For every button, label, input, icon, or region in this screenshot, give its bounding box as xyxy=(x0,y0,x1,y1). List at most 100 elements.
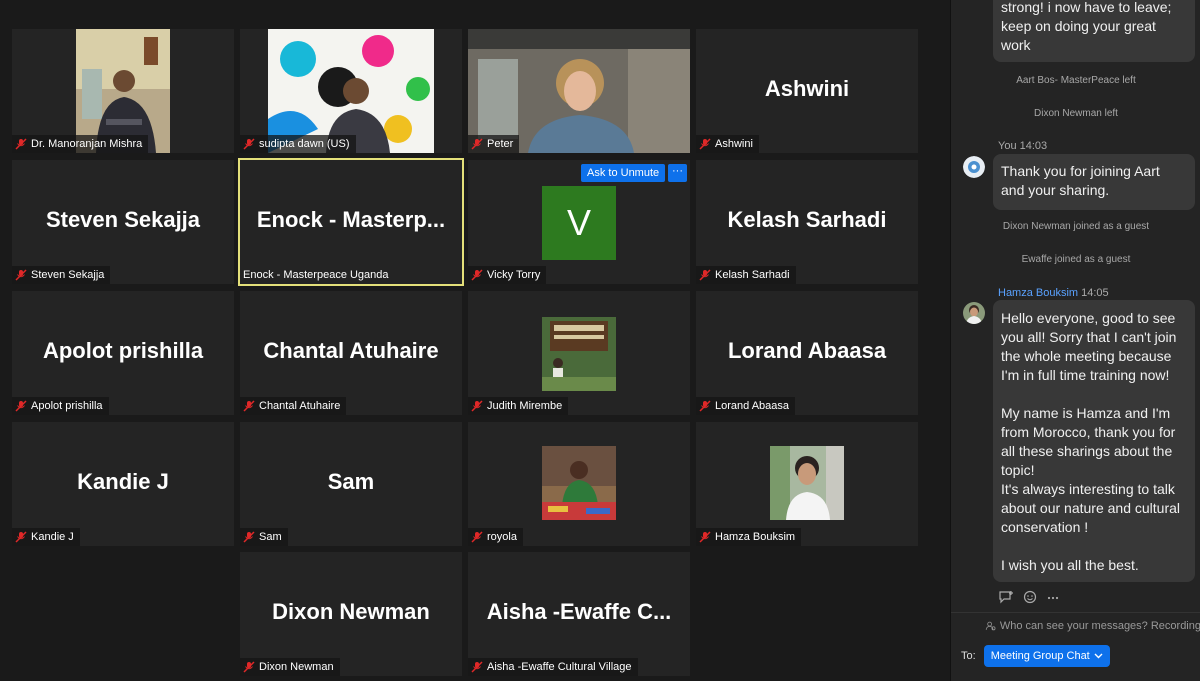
video-grid: Dr. Manoranjan Mishra sudipta dawn (US) xyxy=(0,0,950,681)
participant-name-label: Hamza Bouksim xyxy=(696,528,802,546)
sender-name: Hamza Bouksim xyxy=(998,287,1079,299)
video-tile[interactable]: Kelash Sarhadi Kelash Sarhadi xyxy=(696,160,918,284)
mic-muted-icon xyxy=(699,269,711,281)
mic-muted-icon xyxy=(699,400,711,412)
message-time: 14:05 xyxy=(1081,287,1109,299)
participant-name: Chantal Atuhaire xyxy=(259,400,341,412)
video-tile[interactable]: Dixon Newman Dixon Newman xyxy=(240,552,462,676)
participant-name-label: Aisha -Ewaffe Cultural Village xyxy=(468,658,638,676)
participant-name: Judith Mirembe xyxy=(487,400,563,412)
video-tile[interactable]: Peter xyxy=(468,29,690,153)
participant-name: Dixon Newman xyxy=(259,661,334,673)
video-tile[interactable]: Kandie J Kandie J xyxy=(12,422,234,546)
recipient-value: Meeting Group Chat xyxy=(990,650,1090,662)
avatar xyxy=(963,302,985,324)
message-visibility-text: Who can see your messages? Recording xyxy=(999,619,1200,632)
video-tile[interactable]: Lorand Abaasa Lorand Abaasa xyxy=(696,291,918,415)
recipient-select[interactable]: Meeting Group Chat xyxy=(983,645,1110,667)
participant-name: Apolot prishilla xyxy=(31,400,103,412)
participant-name-label: Peter xyxy=(468,135,520,153)
chat-message-line: work xyxy=(1001,37,1031,53)
participant-display-name: Steven Sekajja xyxy=(45,206,201,232)
participant-display-name: Ashwini xyxy=(764,75,850,101)
mic-muted-icon xyxy=(471,138,483,150)
emoji-icon[interactable] xyxy=(1023,590,1037,604)
participant-display-name: Sam xyxy=(327,468,375,494)
chat-message-line: all these sharings about the xyxy=(1001,443,1173,459)
ask-to-unmute-button[interactable]: Ask to Unmute xyxy=(581,164,666,182)
participant-name: Aisha -Ewaffe Cultural Village xyxy=(487,661,632,673)
participant-display-name: Apolot prishilla xyxy=(42,337,204,363)
chat-message-bubble[interactable]: Thank you for joining Aart and your shar… xyxy=(993,154,1195,210)
chat-message-line: the whole meeting because xyxy=(1001,348,1172,364)
more-icon[interactable] xyxy=(1046,590,1060,604)
participant-name-label: Chantal Atuhaire xyxy=(240,397,347,415)
reaction-icon[interactable] xyxy=(998,590,1014,604)
chat-message-line: keep on doing your great xyxy=(1001,18,1156,34)
chat-message-bubble[interactable]: strong! i now have to leave; keep on doi… xyxy=(993,0,1195,62)
mic-muted-icon xyxy=(471,400,483,412)
participant-name-label: Lorand Abaasa xyxy=(696,397,796,415)
chat-system-message: Aart Bos- MasterPeace left xyxy=(1016,75,1136,86)
participant-name: Peter xyxy=(487,138,514,150)
video-tile[interactable]: Hamza Bouksim xyxy=(696,422,918,546)
chat-sender-row: Hamza Bouksim 14:05 xyxy=(998,287,1109,299)
video-tile[interactable]: Judith Mirembe xyxy=(468,291,690,415)
chat-system-message: Dixon Newman joined as a guest xyxy=(1002,221,1150,232)
participant-name: sudipta dawn (US) xyxy=(259,138,350,150)
participant-name-label: Sam xyxy=(240,528,288,546)
recipient-label: To: xyxy=(961,650,976,662)
participant-name-label: Kandie J xyxy=(12,528,80,546)
participant-avatar xyxy=(542,446,616,520)
chat-message-line: strong! i now have to leave; xyxy=(1001,0,1172,15)
chat-system-message: Ewaffe joined as a guest xyxy=(1021,254,1131,265)
video-tile[interactable]: Ashwini Ashwini xyxy=(696,29,918,153)
video-tile[interactable]: sudipta dawn (US) xyxy=(240,29,462,153)
user-avatar-icon xyxy=(963,302,985,324)
participant-display-name: Aisha -Ewaffe C... xyxy=(486,598,672,624)
participant-name: Hamza Bouksim xyxy=(715,531,796,543)
mic-muted-icon xyxy=(243,531,255,543)
mic-muted-icon xyxy=(471,661,483,673)
participant-display-name: Kelash Sarhadi xyxy=(727,206,887,232)
participant-display-name: Chantal Atuhaire xyxy=(263,337,439,363)
participant-name-label: Kelash Sarhadi xyxy=(696,266,796,284)
participant-name: Sam xyxy=(259,531,282,543)
chat-message-spacer xyxy=(1001,385,1187,404)
recipient-row: To: Meeting Group Chat xyxy=(961,645,1110,667)
video-tile[interactable]: Steven Sekajja Steven Sekajja xyxy=(12,160,234,284)
chat-panel: strong! i now have to leave; keep on doi… xyxy=(950,0,1200,681)
chat-sender-row: You 14:03 xyxy=(998,140,1047,152)
participant-name-label: royola xyxy=(468,528,523,546)
chat-message-line: My name is Hamza and I'm xyxy=(1001,405,1171,421)
video-tile-active-speaker[interactable]: Enock - Masterp... Enock - Masterpeace U… xyxy=(238,158,464,286)
video-tile[interactable]: Dr. Manoranjan Mishra xyxy=(12,29,234,153)
mic-muted-icon xyxy=(471,531,483,543)
participant-name-label: Steven Sekajja xyxy=(12,266,111,284)
mic-muted-icon xyxy=(243,661,255,673)
participant-avatar xyxy=(770,446,844,520)
video-tile[interactable]: royola xyxy=(468,422,690,546)
participant-display-name: Enock - Masterp... xyxy=(256,206,446,232)
message-visibility-info[interactable]: Who can see your messages? Recording xyxy=(951,612,1200,638)
chat-message-bubble[interactable]: Hello everyone, good to see you all! Sor… xyxy=(993,300,1195,582)
video-tile[interactable]: Apolot prishilla Apolot prishilla xyxy=(12,291,234,415)
more-icon[interactable]: ··· xyxy=(668,164,687,182)
video-tile[interactable]: Aisha -Ewaffe C... Aisha -Ewaffe Cultura… xyxy=(468,552,690,676)
chat-message-line: and your sharing. xyxy=(1001,182,1110,198)
participant-name-label: sudipta dawn (US) xyxy=(240,135,356,153)
sender-name: You xyxy=(998,140,1017,152)
chat-message-line: I'm in full time training now! xyxy=(1001,367,1170,383)
people-icon xyxy=(985,621,996,630)
participant-display-name: Lorand Abaasa xyxy=(727,337,887,363)
participant-name: Ashwini xyxy=(715,138,753,150)
participant-avatar xyxy=(542,317,616,391)
participant-name: Lorand Abaasa xyxy=(715,400,790,412)
participant-avatar: V xyxy=(542,186,616,260)
video-tile[interactable]: Sam Sam xyxy=(240,422,462,546)
chevron-down-icon xyxy=(1094,653,1103,659)
mic-muted-icon xyxy=(699,531,711,543)
chat-message-line: conservation ! xyxy=(1001,519,1089,535)
video-tile[interactable]: Chantal Atuhaire Chantal Atuhaire xyxy=(240,291,462,415)
participant-name-label: Vicky Torry xyxy=(468,266,547,284)
